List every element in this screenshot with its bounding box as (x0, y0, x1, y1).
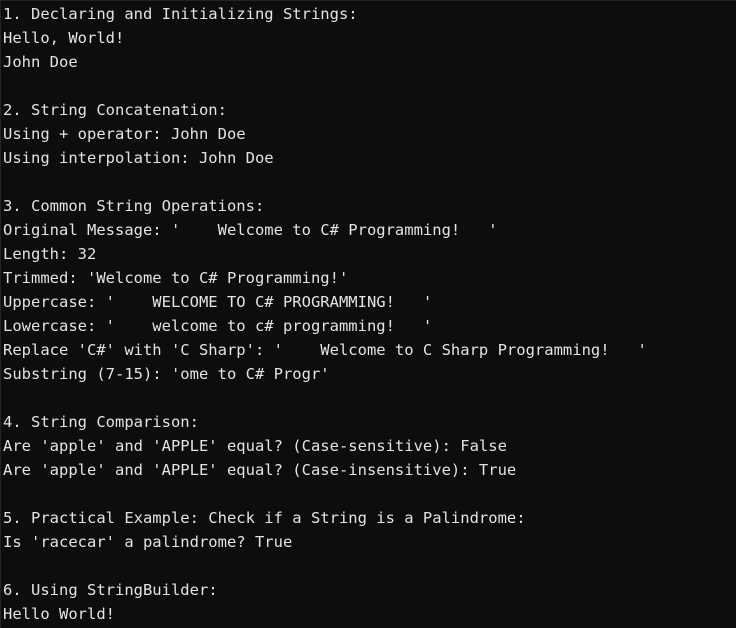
console-line: Original Message: ' Welcome to C# Progra… (3, 221, 498, 239)
console-line: Are 'apple' and 'APPLE' equal? (Case-sen… (3, 437, 507, 455)
console-line: Using + operator: John Doe (3, 125, 246, 143)
console-line: Substring (7-15): 'ome to C# Progr' (3, 365, 330, 383)
console-line: Is 'racecar' a palindrome? True (3, 533, 293, 551)
console-line: Trimmed: 'Welcome to C# Programming!' (3, 269, 349, 287)
console-line: Using interpolation: John Doe (3, 149, 274, 167)
console-line: 6. Using StringBuilder: (3, 581, 218, 599)
console-line: Lowercase: ' welcome to c# programming! … (3, 317, 433, 335)
console-line: 1. Declaring and Initializing Strings: (3, 5, 358, 23)
console-line: Replace 'C#' with 'C Sharp': ' Welcome t… (3, 341, 647, 359)
console-line: 3. Common String Operations: (3, 197, 265, 215)
console-window[interactable]: 1. Declaring and Initializing Strings: He… (0, 0, 736, 628)
console-line: Uppercase: ' WELCOME TO C# PROGRAMMING! … (3, 293, 433, 311)
console-line: Length: 32 (3, 245, 97, 263)
console-line: Are 'apple' and 'APPLE' equal? (Case-ins… (3, 461, 517, 479)
console-line: 5. Practical Example: Check if a String … (3, 509, 526, 527)
console-line: John Doe (3, 53, 78, 71)
console-line: 4. String Comparison: (3, 413, 199, 431)
console-line: Hello World! (3, 605, 115, 623)
console-output-text[interactable]: 1. Declaring and Initializing Strings: He… (3, 2, 736, 628)
console-line: 2. String Concatenation: (3, 101, 227, 119)
console-line: Hello, World! (3, 29, 125, 47)
